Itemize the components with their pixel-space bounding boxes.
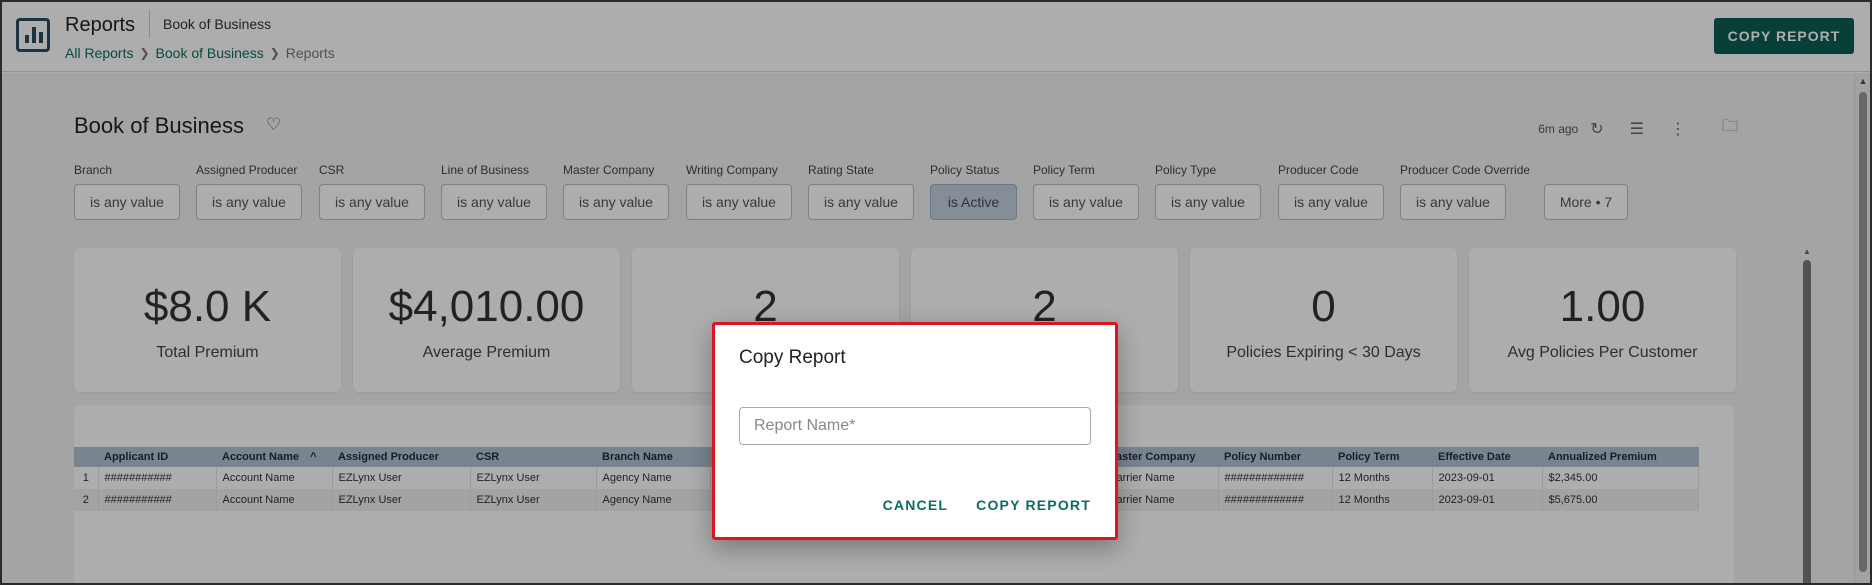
copy-report-dialog: Copy Report CANCEL COPY REPORT: [712, 322, 1118, 540]
report-name-input[interactable]: [739, 407, 1091, 445]
dialog-title: Copy Report: [739, 347, 846, 368]
app-window: Reports Book of Business All Reports ❯ B…: [0, 0, 1872, 585]
cancel-button[interactable]: CANCEL: [875, 489, 957, 521]
confirm-copy-button[interactable]: COPY REPORT: [968, 489, 1099, 521]
dialog-actions: CANCEL COPY REPORT: [875, 489, 1099, 521]
